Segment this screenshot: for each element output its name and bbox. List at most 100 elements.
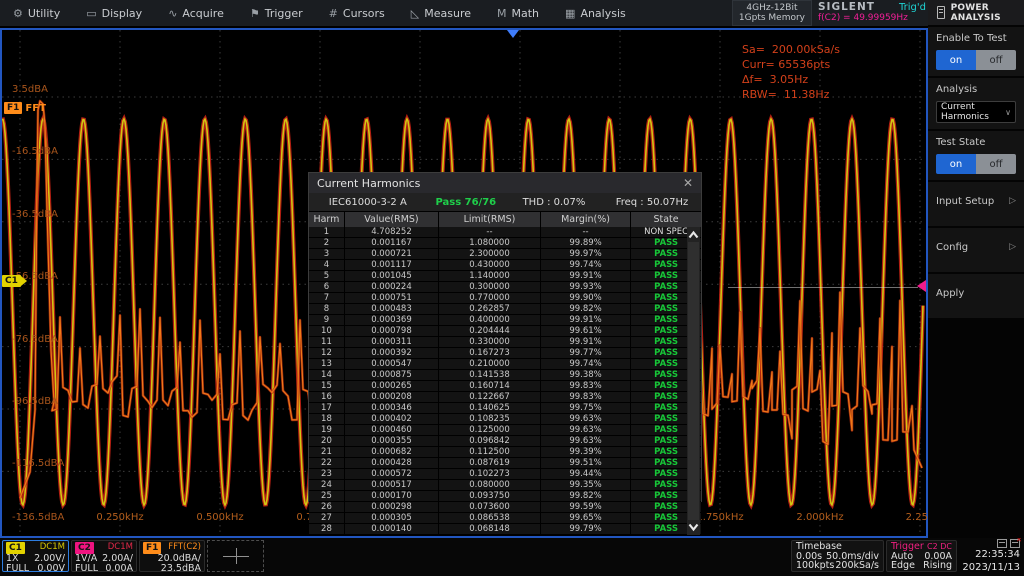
table-cell: 0.125000 — [438, 425, 540, 435]
close-icon[interactable]: ✕ — [683, 177, 693, 189]
x-axis-label: 2.000kHz — [796, 512, 843, 523]
table-cell: 99.38% — [540, 370, 630, 380]
dialog-title-bar[interactable]: Current Harmonics ✕ — [309, 173, 701, 193]
table-cell: 0.160714 — [438, 381, 540, 391]
menu-item-analysis[interactable]: ▦Analysis — [552, 0, 639, 26]
table-cell: 99.82% — [540, 491, 630, 501]
menu-item-utility[interactable]: ⚙Utility — [0, 0, 73, 26]
enable-to-test-section: Enable To Test on off — [928, 27, 1024, 76]
menu-item-acquire[interactable]: ∿Acquire — [155, 0, 237, 26]
table-cell: 0.400000 — [438, 315, 540, 325]
c1-bandwidth: FULL — [6, 564, 29, 574]
table-row: 140.0008750.14153899.38%PASS — [309, 370, 701, 381]
acquisition-info[interactable]: 4GHz-12Bit 1Gpts Memory — [732, 0, 812, 26]
config-button[interactable]: Config ▷ — [936, 234, 1016, 260]
table-cell: 0.000428 — [344, 458, 438, 468]
table-cell: -- — [438, 227, 540, 237]
x-axis-label: 0.250kHz — [96, 512, 143, 523]
table-row: 210.0006820.11250099.39%PASS — [309, 447, 701, 458]
apply-button[interactable]: Apply — [936, 280, 1016, 306]
menu-item-cursors[interactable]: #Cursors — [316, 0, 398, 26]
power-analysis-panel: POWER ANALYSIS Enable To Test on off Ana… — [928, 0, 1024, 538]
table-cell: 0.096842 — [438, 436, 540, 446]
table-cell: 0.122667 — [438, 392, 540, 402]
table-cell: 0.210000 — [438, 359, 540, 369]
menu-item-display[interactable]: ▭Display — [73, 0, 155, 26]
table-cell: 27 — [309, 513, 344, 523]
datetime-box[interactable]: 22:35:34 2023/11/13 — [959, 539, 1022, 573]
table-cell: 18 — [309, 414, 344, 424]
y-axis-label: 3.5dBA — [12, 84, 48, 95]
table-cell: 99.74% — [540, 260, 630, 270]
math-f1-box[interactable]: F1 FFT(C2) 20.0dBA/ 23.5dBA — [139, 540, 205, 572]
clock-time: 22:35:34 — [975, 549, 1020, 560]
table-cell: 6 — [309, 282, 344, 292]
column-header: Margin(%) — [540, 212, 630, 227]
brand-logo: SIGLENT — [818, 2, 875, 13]
table-cell: 99.65% — [540, 513, 630, 523]
table-cell: 99.91% — [540, 271, 630, 281]
table-row: 100.0007980.20444499.61%PASS — [309, 326, 701, 337]
x-axis-label: 0.500kHz — [196, 512, 243, 523]
table-cell: 0.086538 — [438, 513, 540, 523]
f1-offset: 23.5dBA — [161, 564, 201, 574]
scrollbar-thumb[interactable] — [688, 242, 699, 520]
table-row: 160.0002080.12266799.83%PASS — [309, 392, 701, 403]
add-trace-button[interactable] — [207, 540, 264, 572]
timebase-box[interactable]: Timebase 0.00s 50.0ms/div 100kpts 200kSa… — [791, 540, 884, 572]
c1-arrow-icon — [21, 276, 27, 286]
c1-trace-marker[interactable]: C1 — [2, 275, 27, 287]
table-cell: 0.073600 — [438, 502, 540, 512]
test-state-on-button[interactable]: on — [936, 154, 976, 174]
y-axis-label: -116.5dBA — [12, 458, 64, 469]
table-row: 230.0005720.10227399.44%PASS — [309, 469, 701, 480]
table-row: 220.0004280.08761999.51%PASS — [309, 458, 701, 469]
input-setup-button[interactable]: Input Setup ▷ — [936, 188, 1016, 214]
status-bar: C1 DC1M 1X 2.00V/ FULL 0.00V C2 DC1M 1V/… — [0, 538, 1024, 576]
menu-item-trigger[interactable]: ⚑Trigger — [237, 0, 316, 26]
trigger-level-marker-icon[interactable] — [917, 280, 926, 292]
table-cell: 99.63% — [540, 436, 630, 446]
memory-label: 1Gpts Memory — [739, 13, 805, 23]
table-cell: 0.000305 — [344, 513, 438, 523]
table-scrollbar[interactable] — [687, 227, 700, 535]
channel-c2-box[interactable]: C2 DC1M 1V/A 2.00A/ FULL 0.00A — [71, 540, 137, 572]
input-setup-section: Input Setup ▷ — [928, 182, 1024, 226]
trigger-position-marker-icon[interactable] — [507, 30, 519, 38]
menu-item-measure[interactable]: ◺Measure — [398, 0, 484, 26]
table-cell: 23 — [309, 469, 344, 479]
table-cell: 0.000369 — [344, 315, 438, 325]
analysis-dropdown[interactable]: Current Harmonics ∨ — [936, 101, 1016, 123]
enable-off-button[interactable]: off — [976, 50, 1016, 70]
table-cell: 0.430000 — [438, 260, 540, 270]
trigger-box[interactable]: Trigger C2 DC Auto 0.00A Edge Rising — [886, 540, 957, 572]
channel-c1-box[interactable]: C1 DC1M 1X 2.00V/ FULL 0.00V — [2, 540, 69, 572]
scroll-down-icon[interactable] — [687, 520, 700, 534]
table-cell: 0.000517 — [344, 480, 438, 490]
table-row: 200.0003550.09684299.63%PASS — [309, 436, 701, 447]
table-cell: 16 — [309, 392, 344, 402]
table-cell: 99.93% — [540, 282, 630, 292]
enable-on-button[interactable]: on — [936, 50, 976, 70]
table-cell: 10 — [309, 326, 344, 336]
apply-label: Apply — [936, 288, 964, 299]
table-row: 50.0010451.14000099.91%PASS — [309, 271, 701, 282]
table-cell: 19 — [309, 425, 344, 435]
table-row: 110.0003110.33000099.91%PASS — [309, 337, 701, 348]
table-cell: 17 — [309, 403, 344, 413]
c2-offset: 0.00A — [105, 564, 133, 574]
menu-item-math[interactable]: MMath — [484, 0, 552, 26]
scroll-up-icon[interactable] — [687, 228, 700, 242]
x-axis-label: 1.750kHz — [696, 512, 743, 523]
f1-trace-marker[interactable]: F1 FFT — [4, 102, 46, 114]
dialog-title: Current Harmonics — [317, 177, 420, 190]
acquire-wave-icon: ∿ — [168, 7, 177, 20]
table-cell: 0.000798 — [344, 326, 438, 336]
table-cell: 25 — [309, 491, 344, 501]
test-state-off-button[interactable]: off — [976, 154, 1016, 174]
fft-info-line: RBW= 11.38Hz — [742, 87, 840, 102]
cursors-icon: # — [329, 7, 338, 20]
thd-value: THD : 0.07% — [505, 197, 603, 208]
input-setup-label: Input Setup — [936, 196, 994, 207]
table-cell: 0.141538 — [438, 370, 540, 380]
